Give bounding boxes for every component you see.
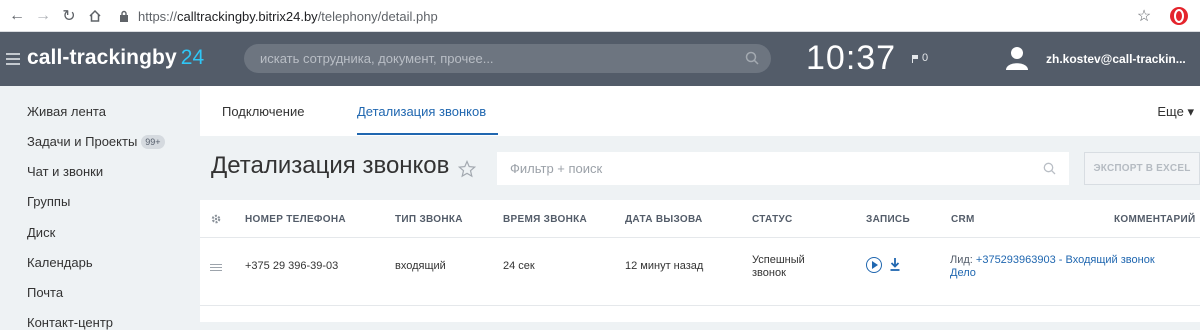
search-icon[interactable] — [1043, 162, 1056, 175]
cell-call-type: входящий — [395, 260, 446, 272]
app-header: call-trackingby 24 искать сотрудника, док… — [0, 32, 1200, 86]
logo[interactable]: call-trackingby 24 — [27, 46, 204, 70]
browser-toolbar: ← → ↻ https://calltrackingby.bitrix24.by… — [0, 0, 1200, 32]
tasks-count-badge: 99+ — [141, 134, 165, 149]
chevron-down-icon: ▾ — [1187, 104, 1194, 119]
left-sidebar: Живая лента Задачи и Проекты 99+ Чат и зв… — [0, 86, 200, 330]
page-title-text: Детализация звонков — [211, 152, 450, 179]
home-icon[interactable] — [82, 3, 108, 29]
sidebar-item-label: Почта — [27, 285, 64, 300]
forward-icon[interactable]: → — [30, 3, 56, 29]
page-title: Детализация звонков — [211, 152, 477, 180]
tabs-bar: Подключение Детализация звонков Еще ▾ — [200, 86, 1200, 136]
sidebar-item-disk[interactable]: Диск — [27, 225, 55, 240]
table-row[interactable]: +375 29 396-39-03 входящий 24 сек 12 мин… — [200, 238, 1200, 306]
sidebar-item-label: Календарь — [27, 255, 93, 270]
lock-icon — [118, 10, 130, 22]
url-host: calltrackingby.bitrix24.by — [177, 8, 318, 24]
column-crm[interactable]: CRM — [951, 214, 975, 225]
back-icon[interactable]: ← — [4, 3, 30, 29]
cell-phone: +375 29 396-39-03 — [245, 260, 339, 272]
menu-icon[interactable] — [6, 53, 20, 65]
column-phone[interactable]: НОМЕР ТЕЛЕФОНА — [245, 214, 346, 225]
search-input[interactable]: искать сотрудника, документ, прочее... — [244, 44, 771, 73]
opera-icon[interactable] — [1170, 7, 1188, 25]
user-avatar-icon[interactable] — [1006, 46, 1028, 70]
tab-connection[interactable]: Подключение — [222, 104, 304, 119]
gear-icon[interactable] — [210, 212, 222, 224]
logo-number: 24 — [180, 46, 205, 69]
more-label: Еще — [1157, 104, 1184, 119]
url-path: /telephony/detail.php — [317, 8, 438, 24]
filter-search-input[interactable]: Фильтр + поиск — [497, 152, 1069, 185]
sidebar-item-live-feed[interactable]: Живая лента — [27, 104, 106, 119]
column-status[interactable]: СТАТУС — [752, 214, 793, 225]
download-record-icon[interactable] — [889, 257, 901, 272]
cell-crm: Лид: +375293963903 - Входящий звонок Дел… — [950, 254, 1155, 280]
flag-count: 0 — [922, 52, 929, 64]
crm-lead-label: Лид: — [950, 254, 973, 266]
column-comment[interactable]: КОММЕНТАРИЙ — [1114, 214, 1195, 225]
tab-call-details[interactable]: Детализация звонков — [357, 104, 486, 119]
sidebar-item-mail[interactable]: Почта — [27, 285, 63, 300]
filter-placeholder: Фильтр + поиск — [510, 161, 603, 176]
clock[interactable]: 10:37 — [806, 39, 896, 78]
column-call-type[interactable]: ТИП ЗВОНКА — [395, 214, 463, 225]
url-scheme: https:// — [138, 8, 178, 24]
sidebar-item-label: Контакт-центр — [27, 315, 114, 330]
column-record[interactable]: ЗАПИСЬ — [866, 214, 910, 225]
address-bar[interactable]: https://calltrackingby.bitrix24.by/telep… — [118, 4, 1158, 28]
sidebar-item-label: Группы — [27, 194, 71, 209]
logo-text: call-trackingby — [27, 46, 177, 69]
favorite-star-icon[interactable] — [458, 157, 477, 178]
page-toolbar: Детализация звонков Фильтр + поиск ЭКСПО… — [200, 136, 1200, 200]
sidebar-item-label: Задачи и Проекты — [27, 134, 138, 149]
crm-case-link[interactable]: Дело — [950, 267, 976, 279]
active-tab-underline — [357, 133, 498, 135]
sidebar-item-label: Живая лента — [27, 104, 106, 119]
bookmark-star-icon[interactable]: ☆ — [1134, 6, 1154, 26]
export-excel-button[interactable]: ЭКСПОРТ В EXCEL — [1084, 152, 1200, 185]
search-icon[interactable] — [745, 51, 759, 65]
cell-duration: 24 сек — [503, 260, 535, 272]
table-header: НОМЕР ТЕЛЕФОНА ТИП ЗВОНКА ВРЕМЯ ЗВОНКА Д… — [200, 200, 1200, 238]
calls-table: НОМЕР ТЕЛЕФОНА ТИП ЗВОНКА ВРЕМЯ ЗВОНКА Д… — [200, 200, 1200, 322]
user-name[interactable]: zh.kostev@call-trackin... — [1046, 52, 1186, 66]
row-menu-icon[interactable] — [210, 264, 222, 272]
reload-icon[interactable]: ↻ — [56, 3, 82, 29]
cell-date: 12 минут назад — [625, 260, 704, 272]
sidebar-item-tasks[interactable]: Задачи и Проекты 99+ — [27, 134, 165, 149]
search-placeholder: искать сотрудника, документ, прочее... — [260, 51, 494, 66]
cell-status: Успешный звонок — [752, 254, 805, 279]
sidebar-item-contact-center[interactable]: Контакт-центр — [27, 315, 113, 330]
flag-counter[interactable]: 0 — [912, 52, 928, 64]
play-record-icon[interactable] — [866, 257, 882, 273]
sidebar-item-label: Диск — [27, 225, 56, 240]
column-call-date[interactable]: ДАТА ВЫЗОВА — [625, 214, 703, 225]
sidebar-item-groups[interactable]: Группы — [27, 194, 70, 209]
sidebar-item-calendar[interactable]: Календарь — [27, 255, 93, 270]
sidebar-item-label: Чат и звонки — [27, 164, 104, 179]
more-menu[interactable]: Еще ▾ — [1157, 104, 1194, 120]
column-call-time[interactable]: ВРЕМЯ ЗВОНКА — [503, 214, 587, 225]
crm-lead-link[interactable]: +375293963903 - Входящий звонок — [976, 254, 1155, 266]
flag-icon — [912, 54, 918, 63]
sidebar-item-chat[interactable]: Чат и звонки — [27, 164, 103, 179]
